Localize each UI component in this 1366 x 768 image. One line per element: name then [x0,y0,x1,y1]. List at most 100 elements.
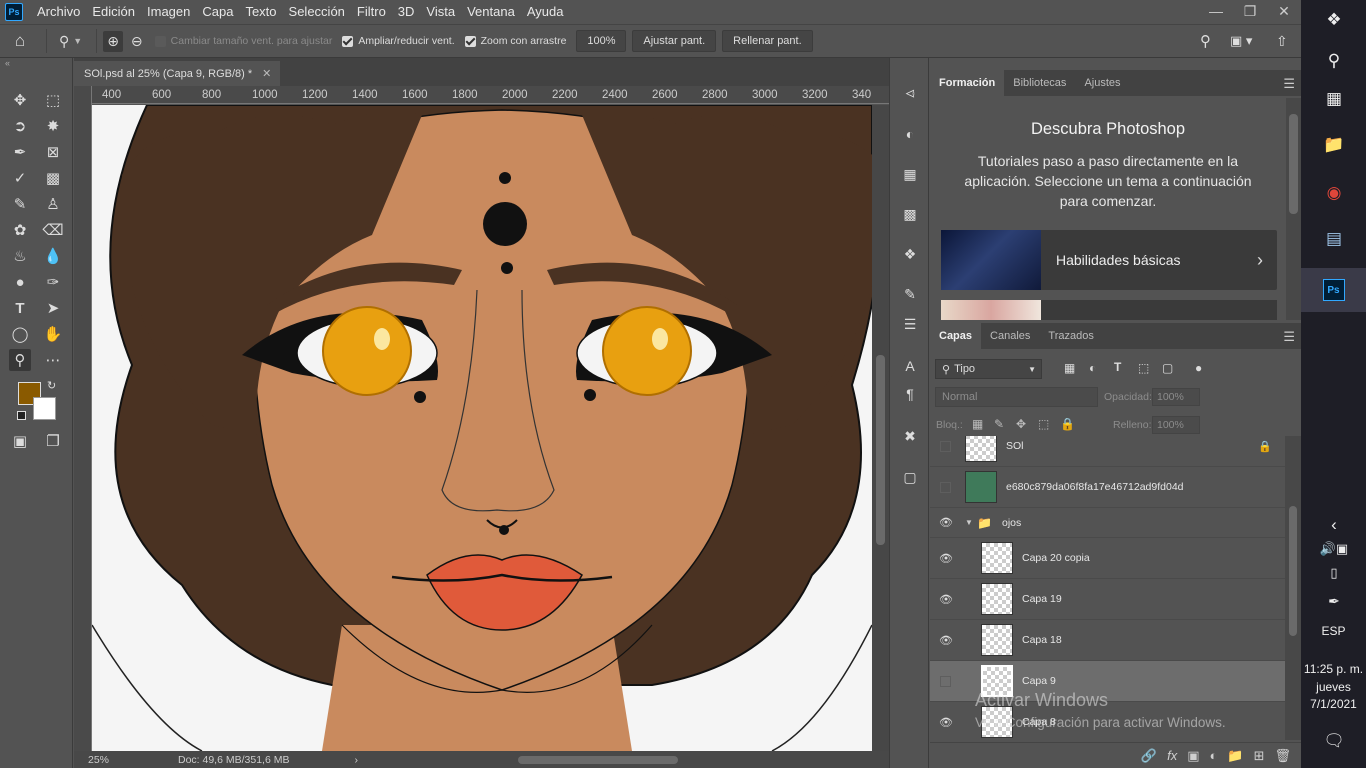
menu-capa[interactable]: Capa [196,0,239,24]
paint-bucket-tool-icon[interactable]: ♨ [9,245,31,267]
layer-row[interactable]: 👁 Capa 20 copia [930,538,1285,579]
layers-menu-icon[interactable]: ☰ [1283,329,1295,345]
dodge-tool-icon[interactable]: ● [9,271,31,293]
zoom-value-field[interactable]: 100% [576,30,627,52]
delete-layer-icon[interactable]: 🗑 [1274,748,1291,764]
layer-group-row[interactable]: 👁 ▼ 📁 ojos [930,508,1285,538]
share-icon[interactable]: ⇧ [1276,33,1288,50]
ellipse-tool-icon[interactable]: ◯ [9,323,31,345]
adjustment-layer-icon[interactable]: ◐ [1210,748,1218,763]
menu-seleccion[interactable]: Selección [283,0,351,24]
tab-canales[interactable]: Canales [981,323,1039,349]
filter-smart-object-icon[interactable]: ▢ [1162,361,1173,375]
language-indicator[interactable]: ESP [1301,624,1366,638]
screen-mode-icon[interactable]: ❐ [42,430,64,452]
zoom-level[interactable]: 25% [74,754,124,766]
link-layers-icon[interactable]: 🔗 [1141,748,1157,764]
quick-selection-tool-icon[interactable]: ✸ [42,115,64,137]
learn-card-next[interactable] [941,300,1277,320]
add-mask-icon[interactable]: ▣ [1187,748,1199,764]
close-icon[interactable]: ✕ [1267,0,1301,22]
filter-shape-icon[interactable]: ⬚ [1138,361,1149,375]
tab-ajustes[interactable]: Ajustes [1075,70,1129,96]
swatches-panel-icon[interactable]: ▦ [899,163,921,185]
tab-trazados[interactable]: Trazados [1039,323,1102,349]
patch-tool-icon[interactable]: ▩ [42,167,64,189]
chevron-down-icon[interactable]: ▼ [965,518,973,527]
clock-time[interactable]: 11:25 p. m. [1301,662,1366,676]
visibility-toggle[interactable] [940,675,951,687]
status-chevron-icon[interactable]: › [354,754,358,766]
menu-texto[interactable]: Texto [239,0,282,24]
filter-type-icon[interactable]: T [1114,360,1121,374]
notifications-icon[interactable]: 🗨 [1317,724,1351,758]
clock-day[interactable]: jueves [1301,680,1366,694]
learn-card-basic-skills[interactable]: Habilidades básicas › [941,230,1277,290]
gradients-panel-icon[interactable]: ▢ [899,466,921,488]
move-tool-icon[interactable]: ✥ [9,89,31,111]
stamp-tool-icon[interactable]: ♙ [42,193,64,215]
zoom-in-icon[interactable]: ⊕ [103,30,123,52]
panel-menu-icon[interactable]: ☰ [1283,76,1295,92]
lock-all-icon[interactable]: 🔒 [1060,417,1075,431]
layer-row[interactable]: SOl 🔒 [930,436,1285,467]
search-icon[interactable]: ⚲ [1317,44,1351,78]
fit-screen-button[interactable]: Ajustar pant. [632,30,717,52]
eye-icon[interactable]: 👁 [939,634,953,647]
pen-slice-tool-icon[interactable]: ✒ [9,141,31,163]
document-info[interactable]: Doc: 49,6 MB/351,6 MB [178,754,289,766]
color-panel-icon[interactable]: ◐ [899,123,921,145]
layer-row[interactable]: 👁 Capa 19 [930,579,1285,620]
restore-icon[interactable]: ❐ [1233,0,1267,22]
hand-tool-icon[interactable]: ✋ [42,323,64,345]
tab-bibliotecas[interactable]: Bibliotecas [1004,70,1075,96]
menu-ventana[interactable]: Ventana [461,0,521,24]
canvas[interactable] [92,105,872,751]
menu-filtro[interactable]: Filtro [351,0,392,24]
visibility-toggle[interactable] [940,440,951,452]
tab-capas[interactable]: Capas [930,323,982,349]
type-tool-icon[interactable]: T [9,297,31,319]
layer-row[interactable]: 👁 Capa 18 [930,620,1285,661]
blend-mode-select[interactable]: Normal [935,387,1098,407]
opacity-field[interactable]: 100% [1152,388,1200,406]
lock-position-icon[interactable]: ✥ [1016,417,1026,431]
eye-icon[interactable]: 👁 [939,552,953,565]
brush-tool-icon[interactable]: ✎ [9,193,31,215]
document-tab[interactable]: SOl.psd al 25% (Capa 9, RGB/8) * ✕ [74,61,280,86]
more-tools-icon[interactable]: ⋯ [42,349,64,371]
new-layer-icon[interactable]: ⊞ [1254,748,1265,764]
menu-archivo[interactable]: Archivo [31,0,86,24]
layers-scrollbar[interactable] [1285,436,1301,740]
menu-ayuda[interactable]: Ayuda [521,0,570,24]
photos-icon[interactable]: ▤ [1317,222,1351,256]
canvas-vertical-scrollbar[interactable] [872,105,889,751]
quick-mask-icon[interactable]: ▣ [9,430,31,452]
home-icon[interactable]: ⌂ [0,31,40,51]
menu-3d[interactable]: 3D [392,0,421,24]
3d-materials-icon[interactable]: ❖ [899,243,921,265]
new-group-icon[interactable]: 📁 [1227,748,1243,764]
layer-row[interactable]: e680c879da06f8fa17e46712ad9fd04d [930,467,1285,508]
filter-adjustment-icon[interactable]: ◐ [1089,361,1096,375]
minimize-icon[interactable]: — [1199,0,1233,22]
marquee-tool-icon[interactable]: ⬚ [42,89,64,111]
character-panel-icon[interactable]: A [899,355,921,377]
lasso-tool-icon[interactable]: ➲ [9,115,31,137]
close-tab-icon[interactable]: ✕ [262,67,271,80]
chrome-icon[interactable]: ◉ [1317,176,1351,210]
eye-icon[interactable]: 👁 [939,716,953,729]
adjustments-panel-icon[interactable]: ☰ [899,313,921,335]
path-selection-tool-icon[interactable]: ➤ [42,297,64,319]
photoshop-taskbar-icon[interactable]: Ps [1301,268,1366,312]
history-brush-tool-icon[interactable]: ✿ [9,219,31,241]
eye-icon[interactable]: 👁 [939,593,953,606]
brushes-panel-icon[interactable]: ✎ [899,283,921,305]
fill-field[interactable]: 100% [1152,416,1200,434]
zoom-all-windows-checkbox[interactable]: Ampliar/reducir vent. [342,35,455,47]
windows-start-icon[interactable]: ❖ [1317,3,1351,37]
fill-screen-button[interactable]: Rellenar pant. [722,30,813,52]
blur-tool-icon[interactable]: 💧 [42,245,64,267]
visibility-toggle[interactable] [940,481,951,493]
learn-panel-scrollbar[interactable] [1286,98,1301,320]
